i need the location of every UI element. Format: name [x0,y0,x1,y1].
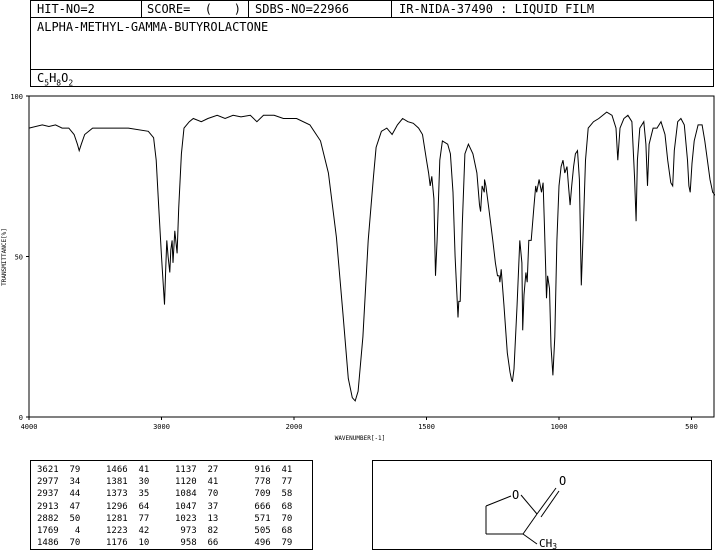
peak-row: 1176 10 [106,538,150,549]
peak-row: 2882 50 [37,513,81,524]
peak-row: 1137 27 [175,465,219,475]
peak-column-2: 1466 41 1381 30 1373 35 1296 64 1281 77 1223 … [106,464,149,549]
peak-row: 1023 13 [175,513,219,524]
peak-row: 505 68 [249,526,293,537]
peak-row: 1296 64 [106,501,150,512]
peak-row: 1047 37 [175,501,219,512]
peak-row: 958 66 [175,538,219,549]
peak-row: 778 77 [249,477,293,488]
peak-row: 973 82 [175,526,219,537]
molecular-structure: O O CH3 [485,474,566,551]
peak-row: 1281 77 [106,513,150,524]
peak-row: 1769 4 [37,526,81,537]
x-tick-label: 3000 [153,423,170,431]
carbonyl-oxygen-label: O [559,474,566,488]
structure-box: O O CH3 [372,460,712,551]
peak-column-1: 3621 79 2977 34 2937 44 2913 47 2882 50 1769 … [37,464,80,549]
peak-column-4: 916 41 778 77 709 58 666 68 571 70 505 6… [249,464,292,549]
peak-row: 916 41 [249,465,293,475]
peak-row: 1373 35 [106,489,150,500]
spectrum-trace [28,111,715,402]
x-tick-label: 1500 [418,423,435,431]
peak-column-3: 1137 27 1120 41 1084 70 1047 37 1023 13 973 … [175,464,218,549]
methyl-label: CH3 [539,537,557,549]
peak-row: 1381 30 [106,477,150,488]
x-axis-label: WAVENUMBER[-1] [335,435,386,442]
peak-row: 1120 41 [175,477,219,488]
ring-oxygen-label: O [512,488,519,502]
peak-row: 571 70 [249,513,293,524]
peak-row: 3621 79 [37,465,81,475]
plot-frame [28,95,715,418]
peak-row: 1486 70 [37,538,81,549]
peak-row: 1084 70 [175,489,219,500]
peak-row: 2977 34 [37,477,81,488]
peak-row: 709 58 [249,489,293,500]
y-axis-label: TRANSMITTANCE[%] [1,228,8,286]
ir-spectrum-chart: 4000 3000 2000 1500 1000 500 0 50 100 WAVENUMBE… [1,93,715,442]
y-tick-label: 0 [19,414,23,422]
x-tick-label: 2000 [286,423,303,431]
y-tick-label: 100 [10,93,23,101]
x-tick-label: 500 [685,423,698,431]
x-tick-label: 1000 [551,423,568,431]
x-tick-label: 4000 [21,423,38,431]
peak-row: 1466 41 [106,465,150,475]
y-tick-label: 50 [15,254,23,262]
peak-row: 2937 44 [37,489,81,500]
peak-row: 2913 47 [37,501,81,512]
peak-row: 1223 42 [106,526,150,537]
peak-row: 666 68 [249,501,293,512]
peak-row: 496 79 [249,538,293,549]
peak-table: 3621 79 2977 34 2937 44 2913 47 2882 50 1769 … [30,460,313,550]
